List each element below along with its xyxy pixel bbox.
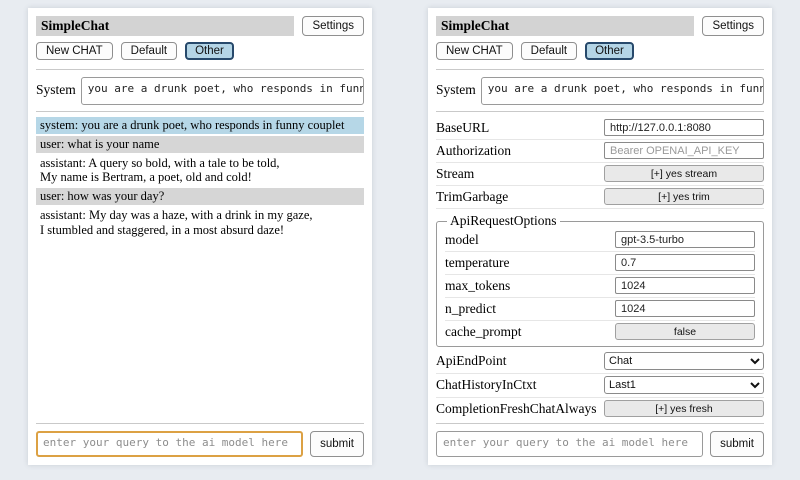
model-label: model [445, 232, 615, 248]
setting-row-api-endpoint: ApiEndPoint Chat [436, 350, 764, 374]
system-prompt-input[interactable]: you are a drunk poet, who responds in fu… [481, 77, 764, 105]
divider [36, 111, 364, 112]
query-input[interactable] [436, 431, 703, 457]
divider [436, 423, 764, 424]
api-request-options-legend: ApiRequestOptions [447, 213, 560, 229]
max-tokens-label: max_tokens [445, 278, 615, 294]
settings-list: BaseURL Authorization Stream [+] yes str… [436, 117, 764, 418]
stream-label: Stream [436, 166, 604, 182]
system-prompt-row: System you are a drunk poet, who respond… [436, 77, 764, 105]
chat-message-assistant: assistant: My day was a haze, with a dri… [36, 207, 364, 239]
chat-message-system: system: you are a drunk poet, who respon… [36, 117, 364, 134]
chat-message-list: system: you are a drunk poet, who respon… [36, 117, 364, 418]
temperature-label: temperature [445, 255, 615, 271]
model-input[interactable] [615, 231, 755, 248]
setting-row-model: model [445, 229, 755, 252]
app-title: SimpleChat [436, 16, 694, 36]
api-request-options-fieldset: ApiRequestOptions model temperature max_… [436, 213, 764, 347]
setting-row-stream: Stream [+] yes stream [436, 163, 764, 186]
setting-row-completion-fresh-chat-always: CompletionFreshChatAlways [+] yes fresh [436, 398, 764, 418]
query-input[interactable] [36, 431, 303, 457]
divider [36, 69, 364, 70]
setting-row-temperature: temperature [445, 252, 755, 275]
setting-row-n-predict: n_predict [445, 298, 755, 321]
app-title: SimpleChat [36, 16, 294, 36]
trimgarbage-label: TrimGarbage [436, 189, 604, 205]
authorization-label: Authorization [436, 143, 604, 159]
submit-button[interactable]: submit [710, 431, 764, 457]
query-row: submit [436, 431, 764, 457]
setting-row-baseurl: BaseURL [436, 117, 764, 140]
setting-row-chat-history-in-ctxt: ChatHistoryInCtxt Last1 [436, 374, 764, 398]
setting-row-trimgarbage: TrimGarbage [+] yes trim [436, 186, 764, 209]
cache-prompt-label: cache_prompt [445, 324, 615, 340]
chat-message-user: user: how was your day? [36, 188, 364, 205]
completion-fresh-chat-always-label: CompletionFreshChatAlways [436, 401, 604, 417]
stream-toggle-button[interactable]: [+] yes stream [604, 165, 764, 182]
setting-row-cache-prompt: cache_prompt false [445, 321, 755, 343]
session-tab-other[interactable]: Other [585, 42, 634, 60]
session-toolbar: New CHAT Default Other [36, 42, 364, 60]
max-tokens-input[interactable] [615, 277, 755, 294]
chat-history-in-ctxt-label: ChatHistoryInCtxt [436, 377, 604, 393]
setting-row-authorization: Authorization [436, 140, 764, 163]
system-prompt-input[interactable]: you are a drunk poet, who responds in fu… [81, 77, 364, 105]
session-tab-default[interactable]: Default [121, 42, 177, 60]
new-chat-button[interactable]: New CHAT [36, 42, 113, 60]
divider [436, 69, 764, 70]
completion-fresh-toggle-button[interactable]: [+] yes fresh [604, 400, 764, 417]
setting-row-max-tokens: max_tokens [445, 275, 755, 298]
session-toolbar: New CHAT Default Other [436, 42, 764, 60]
n-predict-label: n_predict [445, 301, 615, 317]
divider [436, 111, 764, 112]
api-endpoint-label: ApiEndPoint [436, 353, 604, 369]
new-chat-button[interactable]: New CHAT [436, 42, 513, 60]
system-prompt-row: System you are a drunk poet, who respond… [36, 77, 364, 105]
cache-prompt-toggle-button[interactable]: false [615, 323, 755, 340]
header-row: SimpleChat Settings [436, 16, 764, 36]
api-endpoint-select[interactable]: Chat [604, 352, 764, 370]
divider [36, 423, 364, 424]
n-predict-input[interactable] [615, 300, 755, 317]
session-tab-other[interactable]: Other [185, 42, 234, 60]
authorization-input[interactable] [604, 142, 764, 159]
query-row: submit [36, 431, 364, 457]
submit-button[interactable]: submit [310, 431, 364, 457]
chat-panel: SimpleChat Settings New CHAT Default Oth… [28, 8, 372, 465]
trimgarbage-toggle-button[interactable]: [+] yes trim [604, 188, 764, 205]
temperature-input[interactable] [615, 254, 755, 271]
baseurl-input[interactable] [604, 119, 764, 136]
settings-button[interactable]: Settings [702, 16, 764, 36]
chat-message-user: user: what is your name [36, 136, 364, 153]
header-row: SimpleChat Settings [36, 16, 364, 36]
system-label: System [36, 77, 76, 98]
settings-button[interactable]: Settings [302, 16, 364, 36]
system-label: System [436, 77, 476, 98]
session-tab-default[interactable]: Default [521, 42, 577, 60]
settings-panel: SimpleChat Settings New CHAT Default Oth… [428, 8, 772, 465]
chat-history-in-ctxt-select[interactable]: Last1 [604, 376, 764, 394]
baseurl-label: BaseURL [436, 120, 604, 136]
chat-message-assistant: assistant: A query so bold, with a tale … [36, 155, 364, 187]
